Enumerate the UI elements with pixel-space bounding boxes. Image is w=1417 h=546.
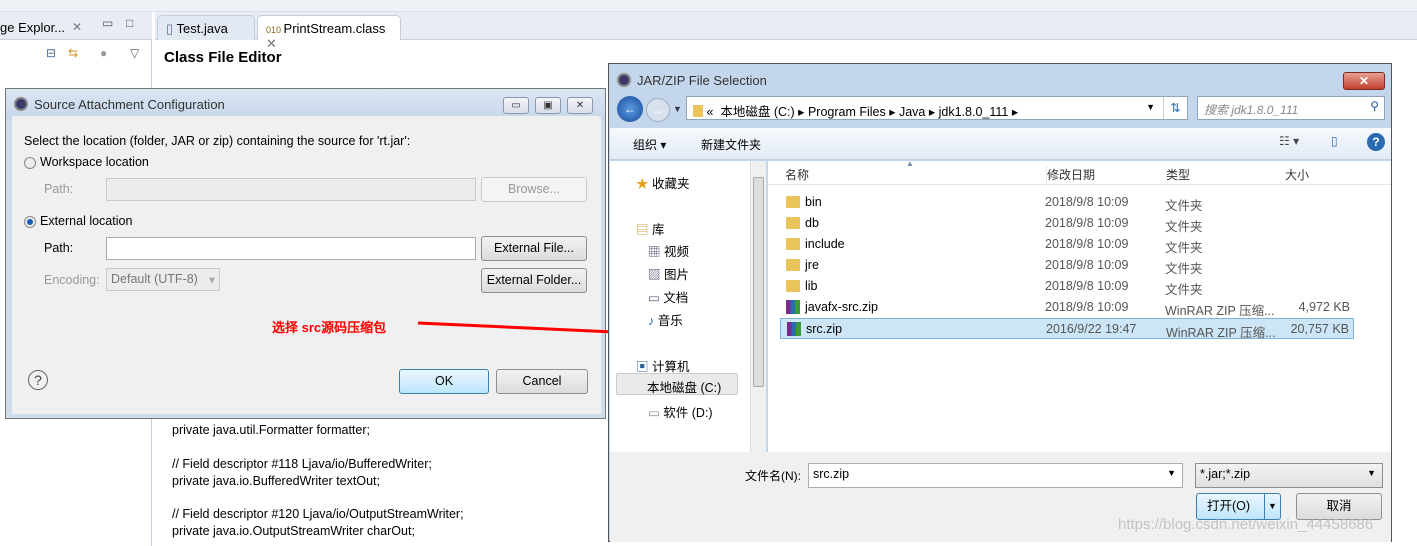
breadcrumb-item[interactable]: jdk1.8.0_111 — [939, 105, 1009, 119]
file-date: 2018/9/8 10:09 — [1045, 237, 1129, 251]
nav-libraries[interactable]: ▤ 库 — [636, 219, 665, 238]
file-row[interactable]: jre 2018/9/8 10:09 文件夹 — [780, 255, 1354, 276]
breadcrumb-item[interactable]: Java — [899, 105, 925, 119]
breadcrumb-overflow[interactable]: « — [706, 105, 713, 119]
filename-input[interactable]: src.zip ▼ — [808, 463, 1183, 488]
file-name: bin — [805, 195, 822, 209]
address-bar[interactable]: « 本地磁盘 (C:) ▸ Program Files ▸ Java ▸ jdk… — [686, 96, 1188, 120]
search-input[interactable]: 搜索 jdk1.8.0_111 ⚲ — [1197, 96, 1385, 120]
nav-drive-d[interactable]: ▭ 软件 (D:) — [648, 402, 713, 421]
new-folder-button[interactable]: 新建文件夹 — [701, 136, 761, 153]
file-row[interactable]: db 2018/9/8 10:09 文件夹 — [780, 213, 1354, 234]
breadcrumb-item[interactable]: Program Files — [808, 105, 886, 119]
nav-favorites[interactable]: ★ 收藏夹 — [636, 173, 690, 192]
folder-icon — [786, 259, 800, 271]
dialog-title: JAR/ZIP File Selection — [609, 64, 1391, 96]
refresh-icon[interactable]: ⇅ — [1163, 97, 1187, 119]
file-size: 20,757 KB — [1290, 322, 1349, 336]
file-row[interactable]: src.zip 2016/9/22 19:47 WinRAR ZIP 压缩...… — [780, 318, 1354, 340]
file-date: 2018/9/8 10:09 — [1045, 195, 1129, 209]
file-date: 2018/9/8 10:09 — [1045, 216, 1129, 230]
folder-icon — [786, 280, 800, 292]
preview-pane-icon[interactable]: ▯ — [1331, 134, 1338, 148]
file-name: javafx-src.zip — [805, 300, 878, 314]
history-dropdown-icon[interactable]: ▼ — [673, 104, 682, 114]
watermark: https://blog.csdn.net/weixin_44458686 — [1118, 516, 1374, 533]
file-name: lib — [805, 279, 818, 293]
file-name: db — [805, 216, 819, 230]
organize-menu[interactable]: 组织 ▾ — [633, 136, 666, 153]
column-size[interactable]: 大小 — [1285, 166, 1309, 183]
file-name: include — [805, 237, 845, 251]
nav-scrollbar[interactable] — [750, 161, 766, 452]
file-name: jre — [805, 258, 819, 272]
file-date: 2018/9/8 10:09 — [1045, 258, 1129, 272]
file-type: WinRAR ZIP 压缩... — [1165, 304, 1275, 318]
navigation-pane: ★ 收藏夹 ▤ 库 ▦ 视频 ▨ 图片 ▭ 文档 ♪ 音乐 ▣ 计算机 本地磁盘… — [610, 161, 766, 452]
folder-icon — [786, 238, 800, 250]
file-date: 2018/9/8 10:09 — [1045, 300, 1129, 314]
nav-drive-c[interactable]: 本地磁盘 (C:) — [616, 373, 738, 395]
column-name[interactable]: 名称 — [785, 166, 809, 183]
file-row[interactable]: javafx-src.zip 2018/9/8 10:09 WinRAR ZIP… — [780, 297, 1354, 318]
folder-icon — [693, 105, 703, 117]
file-type: WinRAR ZIP 压缩... — [1166, 326, 1276, 340]
file-date: 2018/9/8 10:09 — [1045, 279, 1129, 293]
zip-file-icon — [786, 300, 800, 314]
file-type: 文件夹 — [1165, 241, 1203, 255]
sort-arrow-icon: ▲ — [906, 159, 914, 168]
column-type[interactable]: 类型 — [1166, 166, 1190, 183]
file-type: 文件夹 — [1165, 220, 1203, 234]
folder-icon — [786, 217, 800, 229]
nav-music[interactable]: ♪ 音乐 — [648, 310, 683, 329]
file-row[interactable]: bin 2018/9/8 10:09 文件夹 — [780, 192, 1354, 213]
folder-icon — [786, 196, 800, 208]
file-row[interactable]: lib 2018/9/8 10:09 文件夹 — [780, 276, 1354, 297]
zip-file-icon — [787, 322, 801, 336]
filter-select[interactable]: *.jar;*.zip ▼ — [1195, 463, 1383, 488]
nav-videos[interactable]: ▦ 视频 — [648, 241, 689, 260]
file-type: 文件夹 — [1165, 199, 1203, 213]
forward-button[interactable]: → — [646, 98, 670, 122]
filename-label: 文件名(N): — [745, 469, 801, 483]
column-date[interactable]: 修改日期 — [1046, 166, 1095, 183]
file-type: 文件夹 — [1165, 283, 1203, 297]
file-size: 4,972 KB — [1298, 300, 1350, 314]
close-button[interactable]: ✕ — [1343, 72, 1385, 90]
file-date: 2016/9/22 19:47 — [1046, 322, 1137, 336]
eclipse-icon — [617, 73, 631, 87]
file-type: 文件夹 — [1165, 262, 1203, 276]
nav-documents[interactable]: ▭ 文档 — [648, 287, 688, 306]
nav-pictures[interactable]: ▨ 图片 — [648, 264, 689, 283]
help-icon[interactable]: ? — [1367, 133, 1385, 151]
view-options-icon[interactable]: ☷ ▾ — [1279, 134, 1299, 148]
address-dropdown-icon[interactable]: ▼ — [1146, 102, 1155, 112]
back-button[interactable]: ← — [617, 96, 643, 122]
file-name: src.zip — [806, 322, 843, 336]
file-row[interactable]: include 2018/9/8 10:09 文件夹 — [780, 234, 1354, 255]
search-icon: ⚲ — [1370, 99, 1379, 113]
breadcrumb-item[interactable]: 本地磁盘 (C:) — [720, 105, 794, 119]
